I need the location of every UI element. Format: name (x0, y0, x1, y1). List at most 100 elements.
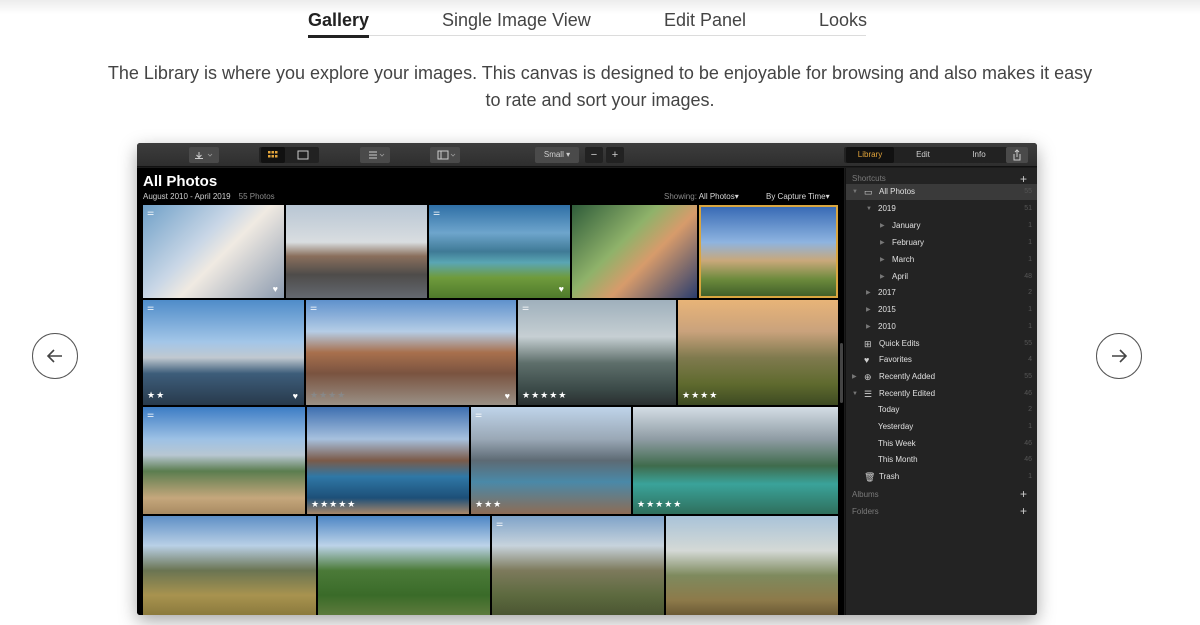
rating-stars: ★★ (147, 390, 166, 400)
rating-stars: ★★★★★ (637, 499, 683, 509)
zoom-out-button[interactable]: − (585, 147, 603, 163)
sidebar-item-february[interactable]: ▶ February 1 (846, 235, 1037, 251)
photo-thumbnail[interactable] (666, 516, 838, 615)
date-range-text: August 2010 - April 2019 (143, 192, 231, 201)
tab-gallery[interactable]: Gallery (308, 10, 370, 38)
photo-thumbnail[interactable]: ⚌ (143, 407, 305, 514)
sidebar-item-trash[interactable]: 🗑 Trash 1 (846, 469, 1037, 485)
photo-thumbnail[interactable]: ⚌ ★★★ (471, 407, 631, 514)
sidebar-item-2010[interactable]: ▶ 2010 1 (846, 319, 1037, 335)
edited-icon: ⚌ (147, 303, 155, 312)
photo-thumbnail[interactable]: ★★★★★ (307, 407, 469, 514)
showing-filter[interactable]: Showing: All Photos▾ (664, 192, 739, 201)
mode-info[interactable]: Info (954, 147, 1004, 163)
thumbnail-size-select[interactable]: Small ▾ (535, 147, 579, 163)
photo-thumbnail[interactable]: ⚌ (492, 516, 664, 615)
sidebar-item-yesterday[interactable]: Yesterday 1 (846, 419, 1037, 435)
import-button[interactable] (189, 147, 219, 163)
edited-icon: ⚌ (522, 303, 530, 312)
heart-icon: ♥ (864, 355, 870, 365)
photo-grid-area: All Photos August 2010 - April 2019 55 Ph… (137, 168, 844, 615)
sidebar-item-this-week[interactable]: This Week 46 (846, 436, 1037, 452)
list-options-button[interactable] (360, 147, 390, 163)
list-options-icon (369, 151, 385, 159)
next-slide-button[interactable] (1096, 333, 1142, 379)
edited-icon: ⚌ (147, 208, 155, 217)
shortcuts-header: Shortcuts (852, 174, 886, 183)
photo-thumbnail[interactable]: ★★★★ (678, 300, 838, 405)
edited-icon: ⚌ (496, 519, 504, 528)
tab-description: The Library is where you explore your im… (107, 63, 1093, 110)
photo-thumbnail[interactable] (318, 516, 490, 615)
sliders-icon: ☰ (864, 389, 873, 399)
thumbnail-size-value: Small (543, 150, 564, 159)
arrow-right-icon (1112, 349, 1128, 363)
photo-thumbnail-selected[interactable] (699, 205, 838, 298)
sidebar-item-quick-edits[interactable]: ⊞ Quick Edits 55 (846, 336, 1037, 352)
share-icon (1013, 149, 1021, 161)
favorite-heart-icon: ♥ (504, 391, 510, 401)
sidebar-item-2019[interactable]: ▼ 2019 51 (846, 201, 1037, 217)
page-title: All Photos (143, 173, 218, 190)
folders-header: Folders (852, 507, 879, 516)
photo-thumbnail[interactable]: ★★★★★ (633, 407, 838, 514)
photo-thumbnail[interactable] (572, 205, 697, 298)
grid-scrollbar[interactable] (840, 343, 843, 403)
view-toggle (259, 147, 319, 163)
mode-switcher: Library Edit Info (844, 147, 1008, 163)
add-album-button[interactable]: + (1020, 488, 1027, 500)
photo-thumbnail[interactable] (286, 205, 427, 298)
add-folder-button[interactable]: + (1020, 505, 1027, 517)
quick-edits-icon: ⊞ (864, 339, 872, 349)
date-range: August 2010 - April 2019 55 Photos (143, 192, 275, 201)
sidebar-item-this-month[interactable]: This Month 46 (846, 452, 1037, 468)
add-circle-icon: ⊕ (864, 372, 872, 382)
favorite-heart-icon: ♥ (558, 284, 564, 294)
mode-edit[interactable]: Edit (898, 147, 948, 163)
rating-stars: ★★★★ (682, 390, 719, 400)
photo-thumbnail[interactable]: ⚌ ♥ (143, 205, 284, 298)
zoom-in-button[interactable]: + (606, 147, 624, 163)
tab-looks[interactable]: Looks (819, 10, 867, 31)
sidebar-item-recently-added[interactable]: ▶ ⊕ Recently Added 55 (846, 369, 1037, 385)
tab-edit-panel[interactable]: Edit Panel (664, 10, 746, 31)
grid-view-icon (268, 151, 278, 158)
arrow-left-icon (46, 349, 62, 363)
import-icon (195, 152, 213, 159)
rating-stars: ★★★★★ (522, 390, 568, 400)
sidebar-item-recently-edited[interactable]: ▼ ☰ Recently Edited 46 (846, 386, 1037, 402)
app-window: Small ▾ − + Library Edit Info All Photos… (137, 143, 1037, 615)
sort-select[interactable]: By Capture Time▾ (766, 192, 830, 201)
feature-tabs: Gallery Single Image View Edit Panel Loo… (308, 6, 867, 38)
sidebar-item-january[interactable]: ▶ January 1 (846, 218, 1037, 234)
photo-thumbnail[interactable]: ⚌ ★★★★★ (518, 300, 676, 405)
sidebar-item-march[interactable]: ▶ March 1 (846, 252, 1037, 268)
sidebar-item-today[interactable]: Today 2 (846, 402, 1037, 418)
sort-value: By Capture Time (766, 192, 826, 201)
edited-icon: ⚌ (310, 303, 318, 312)
photo-thumbnail[interactable] (143, 516, 316, 615)
sidebar-item-april[interactable]: ▶ April 48 (846, 269, 1037, 285)
rating-stars: ★★★ (475, 499, 503, 509)
sidebar-item-2015[interactable]: ▶ 2015 1 (846, 302, 1037, 318)
tab-single-image-view[interactable]: Single Image View (442, 10, 591, 31)
albums-header: Albums (852, 490, 879, 499)
prev-slide-button[interactable] (32, 333, 78, 379)
single-view-button[interactable] (291, 147, 315, 163)
grid-view-button[interactable] (261, 147, 285, 163)
photo-thumbnail[interactable]: ⚌ ★★★★ ♥ (306, 300, 516, 405)
share-button[interactable] (1006, 147, 1028, 163)
single-view-icon (297, 150, 309, 160)
mode-library[interactable]: Library (846, 147, 894, 163)
sidebar-item-all-photos[interactable]: ▼ ▭ All Photos 55 (846, 184, 1037, 200)
panel-layout-button[interactable] (430, 147, 460, 163)
photo-thumbnail[interactable]: ⚌ ★★ ♥ (143, 300, 304, 405)
edited-icon: ⚌ (475, 410, 483, 419)
library-sidebar: Shortcuts + ▼ ▭ All Photos 55 ▼ 2019 51 ▶ J… (845, 168, 1037, 615)
trash-icon: 🗑 (864, 472, 876, 482)
sidebar-item-favorites[interactable]: ♥ Favorites 4 (846, 352, 1037, 368)
photo-thumbnail[interactable]: ⚌ ♥ (429, 205, 570, 298)
favorite-heart-icon: ♥ (292, 391, 298, 401)
rating-stars: ★★★★★ (311, 499, 357, 509)
sidebar-item-2017[interactable]: ▶ 2017 2 (846, 285, 1037, 301)
